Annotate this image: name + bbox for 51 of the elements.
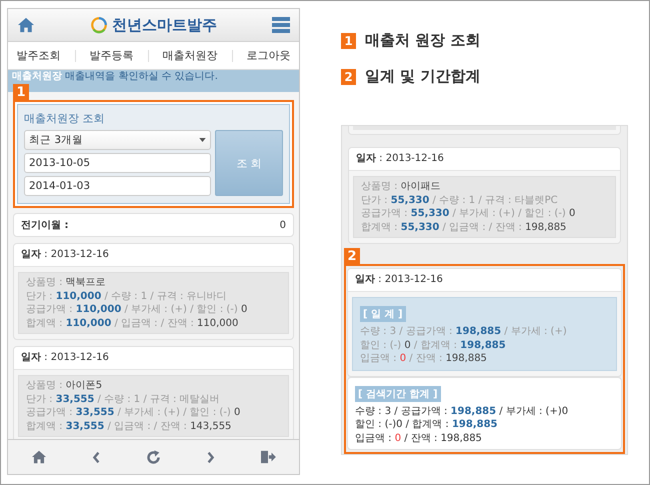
- back-icon[interactable]: [92, 450, 100, 464]
- start-date-field[interactable]: 2013-10-05: [24, 153, 211, 173]
- detail-line: 입금액 : 0 / 잔액 : 198,885: [355, 432, 483, 445]
- logo-icon: [90, 16, 108, 34]
- detail-line: 단가 : 110,000 / 수량 : 1 / 규격 : 유니바디: [26, 290, 228, 303]
- caret-icon: [199, 138, 206, 142]
- period-dropdown[interactable]: 최근 3개월: [24, 130, 211, 150]
- forward-icon[interactable]: [206, 450, 215, 464]
- detail-line: 할인 : (-)0 / 합계액 : 198,885: [355, 418, 498, 432]
- callout-label: 일계 및 기간합계: [365, 67, 480, 86]
- entry-date: 일자 : 2013-12-16: [14, 244, 293, 267]
- exit-icon[interactable]: [260, 450, 276, 464]
- detail-line: 합계액 : 33,555 / 입금액 : / 잔액 : 143,555: [26, 420, 232, 433]
- search-heading: 매출처원장 조회: [24, 111, 106, 126]
- nav-link[interactable]: 매출처원장: [160, 46, 220, 65]
- nav-link[interactable]: 발주등록: [86, 46, 136, 65]
- balance-value: 0: [280, 220, 286, 230]
- entry-date: 일자 : 2013-12-16: [348, 269, 621, 292]
- info-message: 매출처원장 매출내역을 확인하실 수 있습니다.: [12, 71, 218, 83]
- callout-badge: 1: [341, 32, 356, 48]
- section-tag: [ 일 계 ]: [360, 306, 406, 322]
- entry-date: 일자 : 2013-12-16: [349, 148, 620, 171]
- app-title: 천년스마트발주: [112, 16, 217, 34]
- detail-line: 할인 : (-) 0 / 합계액 : 198,885: [360, 338, 507, 352]
- entry-date: 일자 : 2013-12-16: [14, 347, 293, 370]
- home-icon[interactable]: [30, 450, 47, 464]
- detail-line: 공급가액 : 55,330 / 부가세 : (+) / 할인 : (-) 0: [361, 207, 576, 220]
- refresh-icon[interactable]: [146, 450, 161, 464]
- section-tag: [ 검색기간 합계 ]: [355, 386, 441, 402]
- detail-line: 단가 : 55,330 / 수량 : 1 / 규격 : 타블렛PC: [361, 194, 559, 207]
- callout-badge: 1: [13, 84, 29, 101]
- detail-line: 상품명 : 아이폰5: [26, 379, 104, 392]
- detail-line: 합계액 : 55,330 / 입금액 : / 잔액 : 198,885: [361, 220, 568, 234]
- callout-badge: 2: [341, 68, 356, 84]
- callout-label: 매출처 원장 조회: [365, 31, 480, 50]
- detail-line: 수량 : 3 / 공급가액 : 198,885 / 부가세 : (+): [360, 325, 568, 338]
- nav-link[interactable]: 발주조회: [14, 46, 64, 65]
- end-date-field[interactable]: 2014-01-03: [24, 176, 211, 196]
- nav-link[interactable]: 로그아웃: [244, 46, 294, 65]
- home-icon[interactable]: [17, 17, 35, 33]
- detail-line: 입금액 : 0 / 잔액 : 198,885: [360, 352, 488, 366]
- detail-line: 단가 : 33,555 / 수량 : 1 / 규격 : 메탈실버: [26, 392, 221, 406]
- callout-badge: 2: [344, 248, 360, 265]
- detail-line: 상품명 : 아이패드: [361, 180, 442, 194]
- detail-line: 수량 : 3 / 공급가액 : 198,885 / 부가세 : (+)0: [355, 404, 570, 418]
- menu-icon[interactable]: [272, 17, 290, 33]
- balance-label: 전기이월 :: [21, 219, 68, 232]
- detail-line: 합계액 : 110,000 / 입금액 : / 잔액 : 110,000: [26, 316, 240, 330]
- detail-line: 상품명 : 맥북프로: [26, 276, 107, 290]
- detail-line: 공급가액 : 33,555 / 부가세 : (+) / 할인 : (-) 0: [26, 406, 242, 420]
- detail-line: 공급가액 : 110,000 / 부가세 : (+) / 할인 : (-) 0: [26, 303, 248, 316]
